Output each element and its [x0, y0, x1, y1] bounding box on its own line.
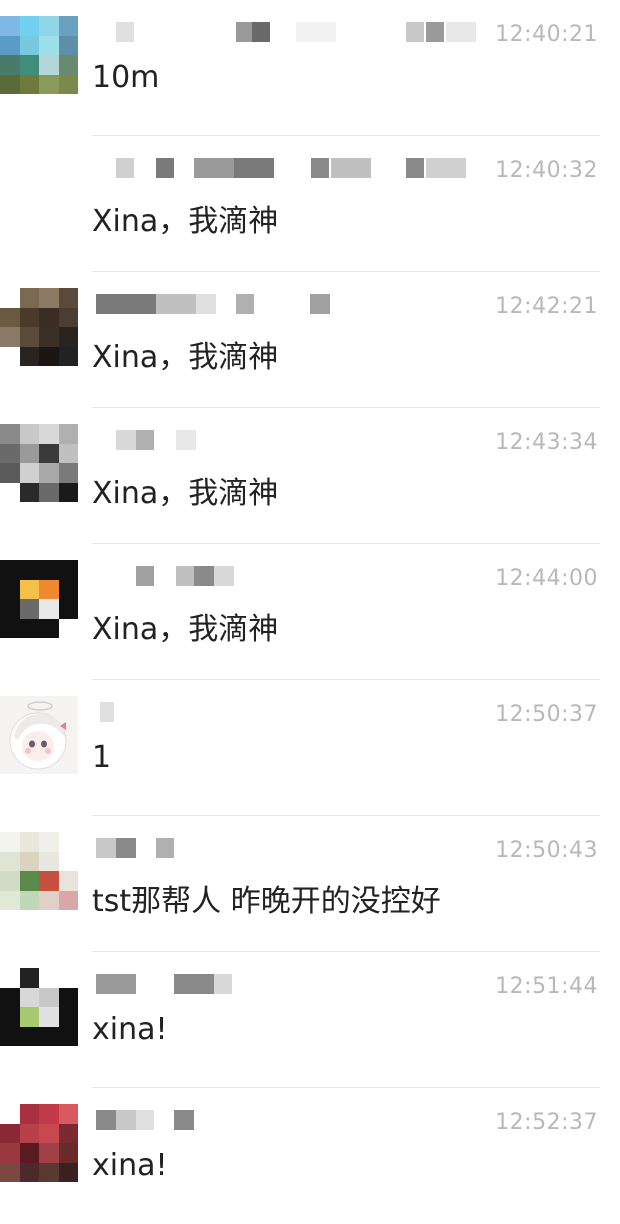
avatar[interactable] — [0, 1104, 78, 1182]
message-row[interactable]: 12:50:43 tst那帮人 昨晚开的没控好 — [0, 816, 620, 952]
avatar[interactable] — [0, 16, 78, 94]
message-row[interactable]: 12:43:34 Xina，我滴神 — [0, 408, 620, 544]
message-time: 12:43:34 — [495, 430, 598, 455]
message-time: 12:50:37 — [495, 702, 598, 727]
message-time: 12:51:44 — [495, 974, 598, 999]
message-text: Xina，我滴神 — [92, 204, 279, 239]
sender-name-redacted — [96, 974, 496, 996]
message-text: xina! — [92, 1012, 168, 1047]
sender-name-redacted — [96, 294, 496, 316]
message-text: Xina，我滴神 — [92, 476, 279, 511]
message-row[interactable]: 12:50:37 1 — [0, 680, 620, 816]
avatar[interactable] — [0, 832, 78, 910]
message-time: 12:44:00 — [495, 566, 598, 591]
sender-name-redacted — [96, 702, 496, 724]
message-time: 12:40:32 — [495, 158, 598, 183]
message-time: 12:50:43 — [495, 838, 598, 863]
avatar[interactable] — [0, 560, 78, 638]
avatar[interactable] — [0, 424, 78, 502]
message-row[interactable]: 12:51:44 xina! — [0, 952, 620, 1088]
message-row[interactable]: 12:42:21 Xina，我滴神 — [0, 272, 620, 408]
message-row[interactable]: 12:40:32 Xina，我滴神 — [0, 136, 620, 272]
sender-name-redacted — [96, 1110, 496, 1132]
message-text: 1 — [92, 740, 112, 775]
message-text: Xina，我滴神 — [92, 612, 279, 647]
sender-name-redacted — [96, 22, 496, 44]
message-time: 12:40:21 — [495, 22, 598, 47]
sender-name-redacted — [96, 158, 496, 180]
message-text: xina! — [92, 1148, 168, 1183]
sender-name-redacted — [96, 430, 496, 452]
sender-name-redacted — [96, 566, 496, 588]
avatar[interactable] — [0, 968, 78, 1046]
message-text: tst那帮人 昨晚开的没控好 — [92, 884, 441, 919]
message-row[interactable]: 12:44:00 Xina，我滴神 — [0, 544, 620, 680]
avatar[interactable] — [0, 288, 78, 366]
message-row[interactable]: 12:40:21 10m — [0, 0, 620, 136]
message-text: 10m — [92, 60, 160, 95]
message-row[interactable]: 12:52:37 xina! — [0, 1088, 620, 1224]
message-time: 12:52:37 — [495, 1110, 598, 1135]
avatar[interactable] — [0, 696, 78, 774]
message-text: Xina，我滴神 — [92, 340, 279, 375]
message-time: 12:42:21 — [495, 294, 598, 319]
sender-name-redacted — [96, 838, 496, 860]
avatar[interactable] — [0, 152, 78, 230]
